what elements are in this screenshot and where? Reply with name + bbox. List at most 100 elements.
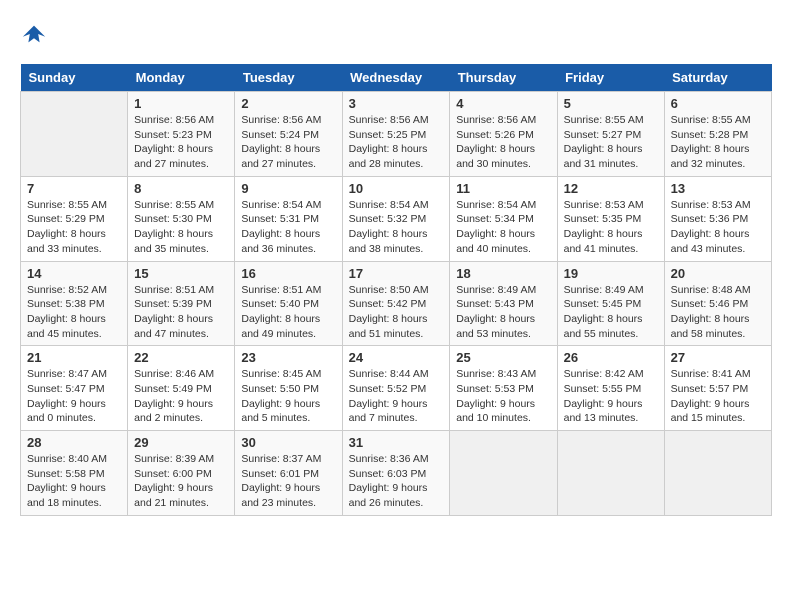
day-info: Sunrise: 8:39 AM Sunset: 6:00 PM Dayligh…: [134, 452, 228, 511]
day-info: Sunrise: 8:56 AM Sunset: 5:26 PM Dayligh…: [456, 113, 550, 172]
day-number: 15: [134, 266, 228, 281]
calendar-week-row: 7 Sunrise: 8:55 AM Sunset: 5:29 PM Daylig…: [21, 176, 772, 261]
day-number: 14: [27, 266, 121, 281]
header-sunday: Sunday: [21, 64, 128, 92]
day-info: Sunrise: 8:54 AM Sunset: 5:32 PM Dayligh…: [349, 198, 444, 257]
calendar-cell: 20 Sunrise: 8:48 AM Sunset: 5:46 PM Dayli…: [664, 261, 771, 346]
day-info: Sunrise: 8:50 AM Sunset: 5:42 PM Dayligh…: [349, 283, 444, 342]
calendar-cell: 22 Sunrise: 8:46 AM Sunset: 5:49 PM Dayli…: [128, 346, 235, 431]
day-number: 1: [134, 96, 228, 111]
day-number: 27: [671, 350, 765, 365]
header-saturday: Saturday: [664, 64, 771, 92]
calendar-cell: 21Sunrise: 8:47 AM Sunset: 5:47 PM Dayli…: [21, 346, 128, 431]
header-monday: Monday: [128, 64, 235, 92]
day-number: 3: [349, 96, 444, 111]
calendar-cell: 19Sunrise: 8:49 AM Sunset: 5:45 PM Dayli…: [557, 261, 664, 346]
day-number: 31: [349, 435, 444, 450]
calendar-cell: 29 Sunrise: 8:39 AM Sunset: 6:00 PM Dayli…: [128, 431, 235, 516]
header-friday: Friday: [557, 64, 664, 92]
calendar-cell: 3 Sunrise: 8:56 AM Sunset: 5:25 PM Daylig…: [342, 92, 450, 177]
calendar-cell: 13 Sunrise: 8:53 AM Sunset: 5:36 PM Dayli…: [664, 176, 771, 261]
day-number: 28: [27, 435, 121, 450]
calendar-cell: 18 Sunrise: 8:49 AM Sunset: 5:43 PM Dayli…: [450, 261, 557, 346]
day-number: 13: [671, 181, 765, 196]
calendar-cell: 15 Sunrise: 8:51 AM Sunset: 5:39 PM Dayli…: [128, 261, 235, 346]
page-header: [20, 20, 772, 48]
day-info: Sunrise: 8:44 AM Sunset: 5:52 PM Dayligh…: [349, 367, 444, 426]
calendar-cell: 9 Sunrise: 8:54 AM Sunset: 5:31 PM Daylig…: [235, 176, 342, 261]
day-number: 20: [671, 266, 765, 281]
header-thursday: Thursday: [450, 64, 557, 92]
day-number: 26: [564, 350, 658, 365]
day-number: 12: [564, 181, 658, 196]
calendar-cell: 23Sunrise: 8:45 AM Sunset: 5:50 PM Dayli…: [235, 346, 342, 431]
header-tuesday: Tuesday: [235, 64, 342, 92]
day-info: Sunrise: 8:41 AM Sunset: 5:57 PM Dayligh…: [671, 367, 765, 426]
day-info: Sunrise: 8:56 AM Sunset: 5:23 PM Dayligh…: [134, 113, 228, 172]
day-info: Sunrise: 8:53 AM Sunset: 5:35 PM Dayligh…: [564, 198, 658, 257]
calendar-cell: 31Sunrise: 8:36 AM Sunset: 6:03 PM Dayli…: [342, 431, 450, 516]
calendar-week-row: 21Sunrise: 8:47 AM Sunset: 5:47 PM Dayli…: [21, 346, 772, 431]
calendar-cell: 8 Sunrise: 8:55 AM Sunset: 5:30 PM Daylig…: [128, 176, 235, 261]
calendar-cell: 26 Sunrise: 8:42 AM Sunset: 5:55 PM Dayli…: [557, 346, 664, 431]
day-number: 5: [564, 96, 658, 111]
day-number: 8: [134, 181, 228, 196]
day-info: Sunrise: 8:54 AM Sunset: 5:31 PM Dayligh…: [241, 198, 335, 257]
day-info: Sunrise: 8:40 AM Sunset: 5:58 PM Dayligh…: [27, 452, 121, 511]
calendar-cell: 25 Sunrise: 8:43 AM Sunset: 5:53 PM Dayli…: [450, 346, 557, 431]
day-info: Sunrise: 8:43 AM Sunset: 5:53 PM Dayligh…: [456, 367, 550, 426]
calendar-cell: 17 Sunrise: 8:50 AM Sunset: 5:42 PM Dayli…: [342, 261, 450, 346]
day-number: 30: [241, 435, 335, 450]
calendar-cell: 30 Sunrise: 8:37 AM Sunset: 6:01 PM Dayli…: [235, 431, 342, 516]
day-info: Sunrise: 8:55 AM Sunset: 5:30 PM Dayligh…: [134, 198, 228, 257]
calendar-cell: [21, 92, 128, 177]
day-info: Sunrise: 8:55 AM Sunset: 5:29 PM Dayligh…: [27, 198, 121, 257]
day-number: 9: [241, 181, 335, 196]
calendar-cell: 2Sunrise: 8:56 AM Sunset: 5:24 PM Daylig…: [235, 92, 342, 177]
logo-icon: [20, 20, 48, 48]
day-info: Sunrise: 8:55 AM Sunset: 5:28 PM Dayligh…: [671, 113, 765, 172]
day-number: 18: [456, 266, 550, 281]
logo: [20, 20, 52, 48]
day-info: Sunrise: 8:51 AM Sunset: 5:39 PM Dayligh…: [134, 283, 228, 342]
calendar-cell: 24Sunrise: 8:44 AM Sunset: 5:52 PM Dayli…: [342, 346, 450, 431]
day-number: 7: [27, 181, 121, 196]
calendar-cell: 27 Sunrise: 8:41 AM Sunset: 5:57 PM Dayli…: [664, 346, 771, 431]
day-number: 25: [456, 350, 550, 365]
calendar-cell: [450, 431, 557, 516]
calendar-cell: 7 Sunrise: 8:55 AM Sunset: 5:29 PM Daylig…: [21, 176, 128, 261]
day-number: 4: [456, 96, 550, 111]
day-number: 29: [134, 435, 228, 450]
calendar-cell: 10 Sunrise: 8:54 AM Sunset: 5:32 PM Dayli…: [342, 176, 450, 261]
calendar-week-row: 28 Sunrise: 8:40 AM Sunset: 5:58 PM Dayli…: [21, 431, 772, 516]
day-number: 23: [241, 350, 335, 365]
calendar-cell: 4 Sunrise: 8:56 AM Sunset: 5:26 PM Daylig…: [450, 92, 557, 177]
day-info: Sunrise: 8:37 AM Sunset: 6:01 PM Dayligh…: [241, 452, 335, 511]
calendar-table: SundayMondayTuesdayWednesdayThursdayFrid…: [20, 64, 772, 516]
day-number: 10: [349, 181, 444, 196]
calendar-cell: 28 Sunrise: 8:40 AM Sunset: 5:58 PM Dayli…: [21, 431, 128, 516]
day-info: Sunrise: 8:49 AM Sunset: 5:43 PM Dayligh…: [456, 283, 550, 342]
day-number: 21: [27, 350, 121, 365]
calendar-week-row: 1 Sunrise: 8:56 AM Sunset: 5:23 PM Daylig…: [21, 92, 772, 177]
day-info: Sunrise: 8:46 AM Sunset: 5:49 PM Dayligh…: [134, 367, 228, 426]
day-info: Sunrise: 8:53 AM Sunset: 5:36 PM Dayligh…: [671, 198, 765, 257]
calendar-cell: 1 Sunrise: 8:56 AM Sunset: 5:23 PM Daylig…: [128, 92, 235, 177]
day-number: 17: [349, 266, 444, 281]
day-info: Sunrise: 8:55 AM Sunset: 5:27 PM Dayligh…: [564, 113, 658, 172]
calendar-cell: 16 Sunrise: 8:51 AM Sunset: 5:40 PM Dayli…: [235, 261, 342, 346]
calendar-cell: [664, 431, 771, 516]
calendar-cell: 6 Sunrise: 8:55 AM Sunset: 5:28 PM Daylig…: [664, 92, 771, 177]
day-info: Sunrise: 8:51 AM Sunset: 5:40 PM Dayligh…: [241, 283, 335, 342]
day-number: 16: [241, 266, 335, 281]
day-info: Sunrise: 8:56 AM Sunset: 5:25 PM Dayligh…: [349, 113, 444, 172]
day-info: Sunrise: 8:56 AM Sunset: 5:24 PM Dayligh…: [241, 113, 335, 172]
header-wednesday: Wednesday: [342, 64, 450, 92]
day-info: Sunrise: 8:52 AM Sunset: 5:38 PM Dayligh…: [27, 283, 121, 342]
calendar-cell: 11Sunrise: 8:54 AM Sunset: 5:34 PM Dayli…: [450, 176, 557, 261]
day-number: 6: [671, 96, 765, 111]
day-info: Sunrise: 8:42 AM Sunset: 5:55 PM Dayligh…: [564, 367, 658, 426]
day-number: 22: [134, 350, 228, 365]
day-info: Sunrise: 8:48 AM Sunset: 5:46 PM Dayligh…: [671, 283, 765, 342]
calendar-cell: 14 Sunrise: 8:52 AM Sunset: 5:38 PM Dayli…: [21, 261, 128, 346]
